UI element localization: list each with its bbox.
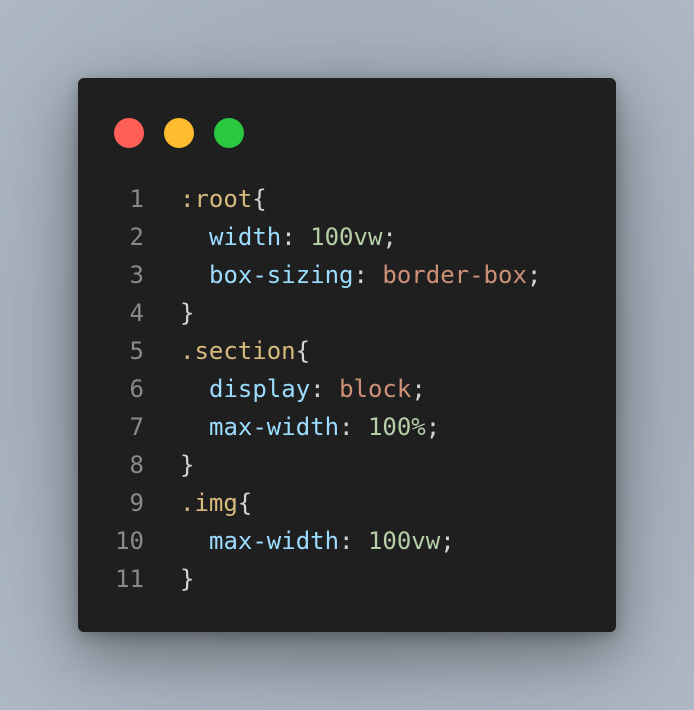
css-selector: .section (180, 337, 296, 365)
code-line: 9 .img{ (78, 484, 616, 522)
colon: : (281, 223, 311, 251)
line-number: 11 (115, 565, 144, 593)
css-value: 100vw (367, 527, 441, 555)
open-brace: { (252, 185, 267, 213)
css-value: 100vw (310, 223, 383, 251)
code-line: 6 display: block; (78, 370, 616, 408)
maximize-button[interactable] (214, 118, 244, 148)
semicolon: ; (526, 261, 542, 289)
open-brace: { (237, 489, 253, 517)
colon: : (339, 527, 368, 555)
line-number: 9 (129, 489, 144, 517)
close-brace: } (180, 565, 195, 593)
code-line: 5 .section{ (78, 332, 616, 370)
css-property: display (209, 375, 311, 403)
css-property: width (209, 223, 282, 251)
line-number: 10 (115, 527, 144, 555)
code-line: 3 box-sizing: border-box; (78, 256, 616, 294)
css-property: max-width (209, 413, 340, 441)
css-value: border-box (382, 261, 527, 289)
close-brace: } (180, 299, 195, 327)
css-value: 100% (367, 413, 426, 441)
semicolon: ; (382, 223, 397, 251)
code-line: 10 max-width: 100vw; (78, 522, 616, 560)
line-number: 4 (129, 299, 144, 327)
line-number: 1 (129, 185, 144, 213)
colon: : (310, 375, 340, 403)
css-property: box-sizing (209, 261, 354, 289)
code-line: 1 :root{ (78, 180, 616, 218)
line-number: 2 (129, 223, 144, 251)
colon: : (339, 413, 368, 441)
open-brace: { (295, 337, 311, 365)
code-block: 1 :root{ 2 width: 100vw; 3 box-sizing: b… (78, 180, 616, 598)
window-controls (114, 118, 244, 148)
css-property: max-width (209, 527, 340, 555)
semicolon: ; (440, 527, 455, 555)
close-button[interactable] (114, 118, 144, 148)
code-line: 8 } (78, 446, 616, 484)
css-selector: :root (180, 185, 253, 213)
semicolon: ; (425, 413, 441, 441)
line-number: 7 (129, 413, 144, 441)
colon: : (353, 261, 383, 289)
code-line: 11 } (78, 560, 616, 598)
code-line: 4 } (78, 294, 616, 332)
line-number: 6 (129, 375, 144, 403)
code-line: 7 max-width: 100%; (78, 408, 616, 446)
code-line: 2 width: 100vw; (78, 218, 616, 256)
minimize-button[interactable] (164, 118, 194, 148)
line-number: 3 (129, 261, 144, 289)
close-brace: } (180, 451, 195, 479)
css-value: block (339, 375, 412, 403)
line-number: 5 (129, 337, 144, 365)
css-selector: .img (180, 489, 238, 517)
code-window: 1 :root{ 2 width: 100vw; 3 box-sizing: b… (78, 78, 616, 632)
line-number: 8 (129, 451, 144, 479)
semicolon: ; (411, 375, 426, 403)
